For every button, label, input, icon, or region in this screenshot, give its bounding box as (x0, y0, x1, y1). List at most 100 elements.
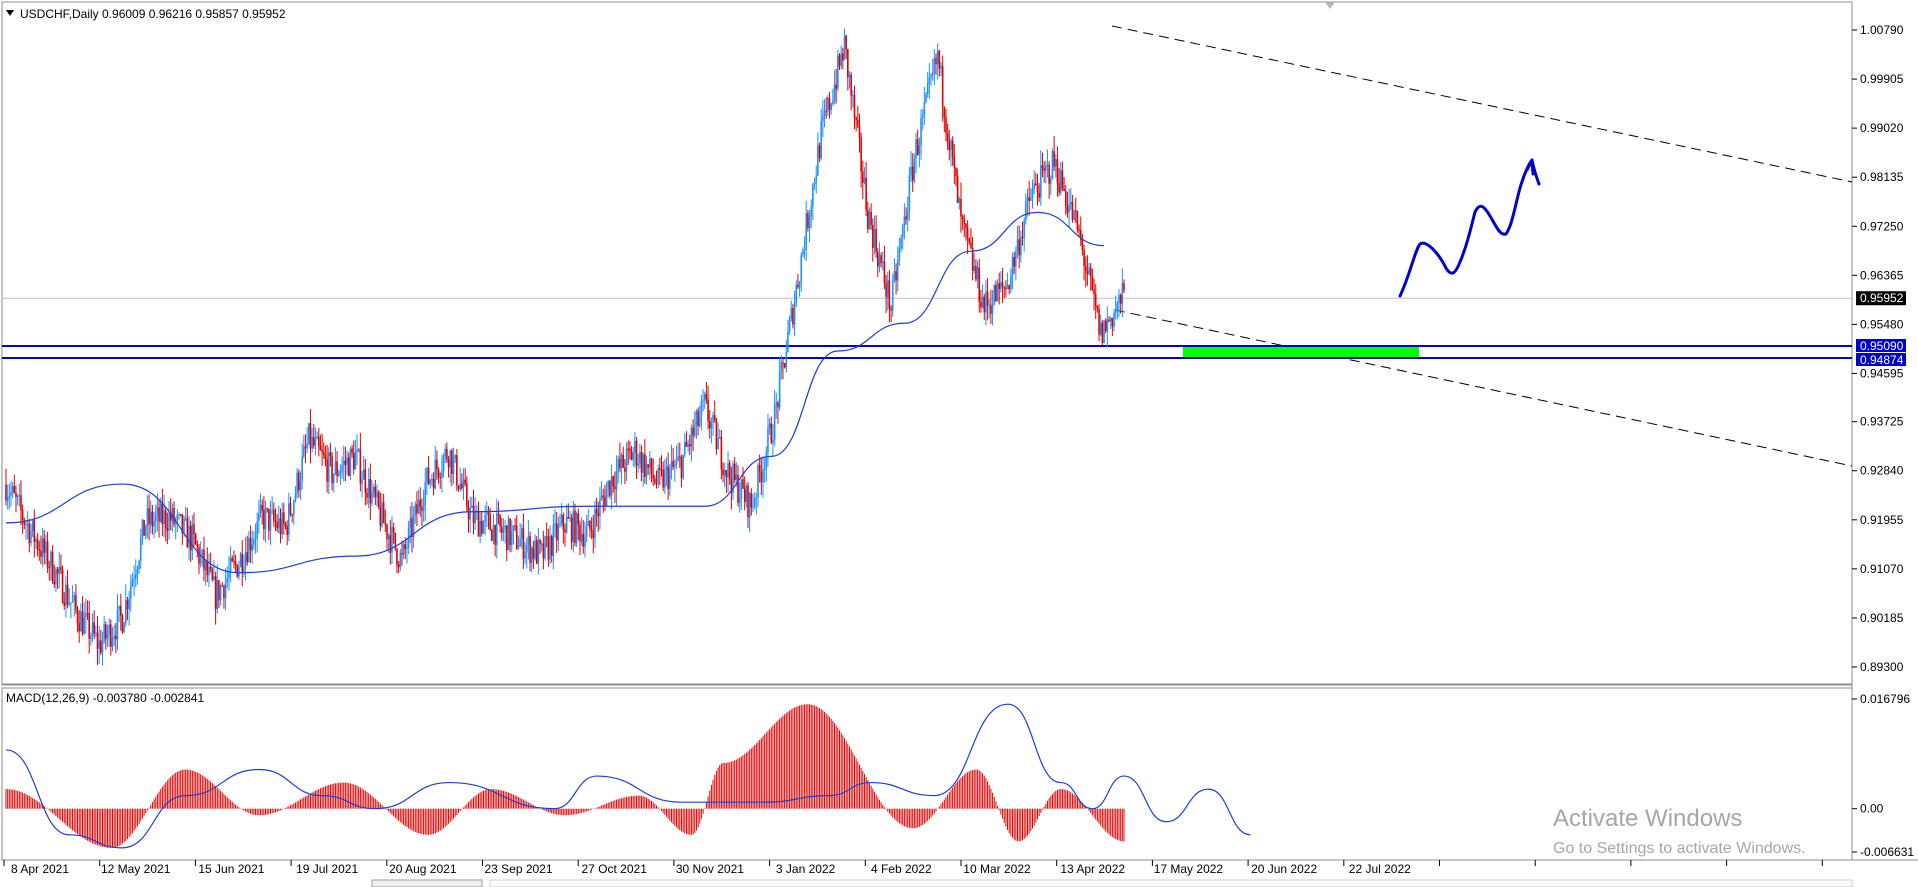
price-tick-label: 0.89300 (1860, 660, 1904, 674)
candle-body (975, 265, 977, 280)
candle-body (459, 483, 461, 490)
candle-body (936, 50, 939, 64)
candle-body (389, 535, 392, 553)
candle-body (417, 499, 420, 514)
candle-body (755, 497, 758, 499)
candle-body (100, 640, 102, 653)
candle-body (915, 139, 917, 159)
candle-body (98, 640, 100, 649)
candle-body (943, 106, 946, 118)
horizontal-scrollbar-thumb[interactable] (371, 879, 483, 887)
candle-body (612, 476, 615, 487)
candle-body (481, 520, 483, 534)
candle-body (118, 605, 120, 610)
candle-body (525, 544, 528, 553)
candle-body (981, 296, 984, 308)
candle-body (868, 211, 871, 230)
candle-body (1063, 188, 1065, 192)
candle-body (765, 451, 768, 469)
candle-body (451, 450, 453, 475)
support-zone-rectangle[interactable] (1183, 346, 1419, 358)
candle-body (286, 526, 288, 535)
candle-body (194, 534, 197, 545)
candle-body (622, 454, 625, 468)
candle-body (996, 283, 999, 302)
candle-body (527, 535, 530, 545)
candle-body (256, 520, 259, 539)
candle-body (1058, 183, 1060, 193)
candle-body (110, 624, 112, 647)
candle-body (311, 437, 313, 449)
candle-body (768, 423, 771, 429)
candle-body (807, 213, 809, 229)
candle-body (948, 141, 951, 150)
candle-body (555, 523, 558, 541)
candle-body (65, 584, 67, 606)
candle-body (862, 171, 864, 183)
candle-body (572, 510, 575, 542)
candle-body (173, 508, 175, 525)
candle-body (116, 609, 119, 640)
candle-body (715, 419, 718, 450)
candle-body (392, 527, 395, 533)
candle-body (487, 512, 490, 515)
candle-body (875, 229, 877, 252)
candle-body (178, 514, 180, 516)
candle-body (923, 102, 926, 116)
candle-body (456, 455, 458, 486)
candle-body (329, 452, 332, 457)
candle-body (951, 140, 954, 157)
candle-body (723, 470, 726, 476)
candle-body (83, 617, 85, 635)
candle-body (847, 49, 849, 78)
candle-body (956, 176, 959, 203)
candle-body (490, 530, 493, 541)
candle-body (396, 548, 398, 565)
candle-body (639, 452, 641, 464)
horizontal-scrollbar-track[interactable] (489, 879, 1853, 887)
candle-body (634, 440, 636, 453)
candle-body (983, 296, 986, 313)
level-upper-label: 0.95090 (1860, 339, 1904, 353)
candle-body (416, 504, 418, 514)
candle-body (625, 448, 628, 472)
candle-body (342, 460, 345, 466)
candle-body (667, 466, 669, 489)
candle-body (873, 229, 876, 248)
candle-body (294, 493, 297, 501)
candle-body (717, 438, 719, 450)
candle-body (1121, 283, 1124, 304)
candle-body (1091, 276, 1094, 290)
candle-body (955, 167, 957, 177)
candle-body (1031, 189, 1034, 198)
candle-body (399, 552, 402, 568)
candle-body (53, 581, 56, 585)
candle-body (444, 448, 447, 456)
candle-body (298, 472, 300, 491)
candle-body (121, 615, 124, 633)
candle-body (56, 569, 59, 574)
candle-body (446, 448, 448, 460)
candle-body (512, 525, 515, 531)
candle-body (870, 211, 872, 226)
candle-body (637, 463, 640, 466)
candle-body (848, 74, 851, 78)
price-tick-label: 0.90185 (1860, 611, 1904, 625)
candle-body (1068, 204, 1070, 213)
candle-body (905, 216, 907, 220)
date-tick-label: 12 May 2021 (101, 862, 171, 876)
candle-body (1021, 237, 1024, 239)
candle-body (890, 308, 892, 311)
candle-body (858, 125, 861, 138)
chart-window[interactable]: USDCHF,Daily 0.96009 0.96216 0.95857 0.9… (0, 0, 1918, 887)
candle-body (780, 362, 783, 372)
candle-body (830, 103, 832, 110)
candle-body (216, 580, 219, 610)
candle-body (251, 544, 254, 551)
candle-body (564, 529, 566, 533)
candle-body (246, 552, 249, 563)
candle-body (26, 523, 29, 525)
candle-body (271, 509, 273, 511)
candle-body (649, 458, 651, 468)
candle-body (61, 569, 64, 603)
